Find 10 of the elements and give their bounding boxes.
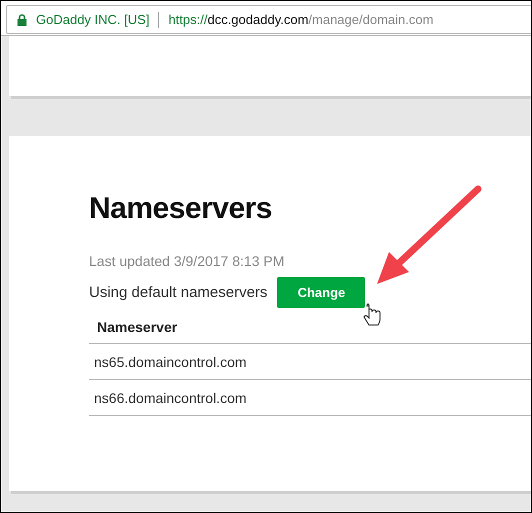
url-text: https://dcc.godaddy.com/manage/domain.com xyxy=(168,12,434,27)
table-cell: ns65.domaincontrol.com xyxy=(89,344,531,380)
last-updated-text: Last updated 3/9/2017 8:13 PM xyxy=(89,253,286,269)
section-title: Nameservers xyxy=(89,192,273,226)
hand-cursor-icon xyxy=(364,304,380,326)
table-cell: ns66.domaincontrol.com xyxy=(89,380,531,416)
site-identity: GoDaddy INC. [US] xyxy=(36,12,150,27)
status-text: Using default nameservers xyxy=(89,284,268,301)
lock-icon xyxy=(17,14,27,26)
address-field[interactable]: GoDaddy INC. [US] https://dcc.godaddy.com/manage/domain.com xyxy=(6,5,531,34)
